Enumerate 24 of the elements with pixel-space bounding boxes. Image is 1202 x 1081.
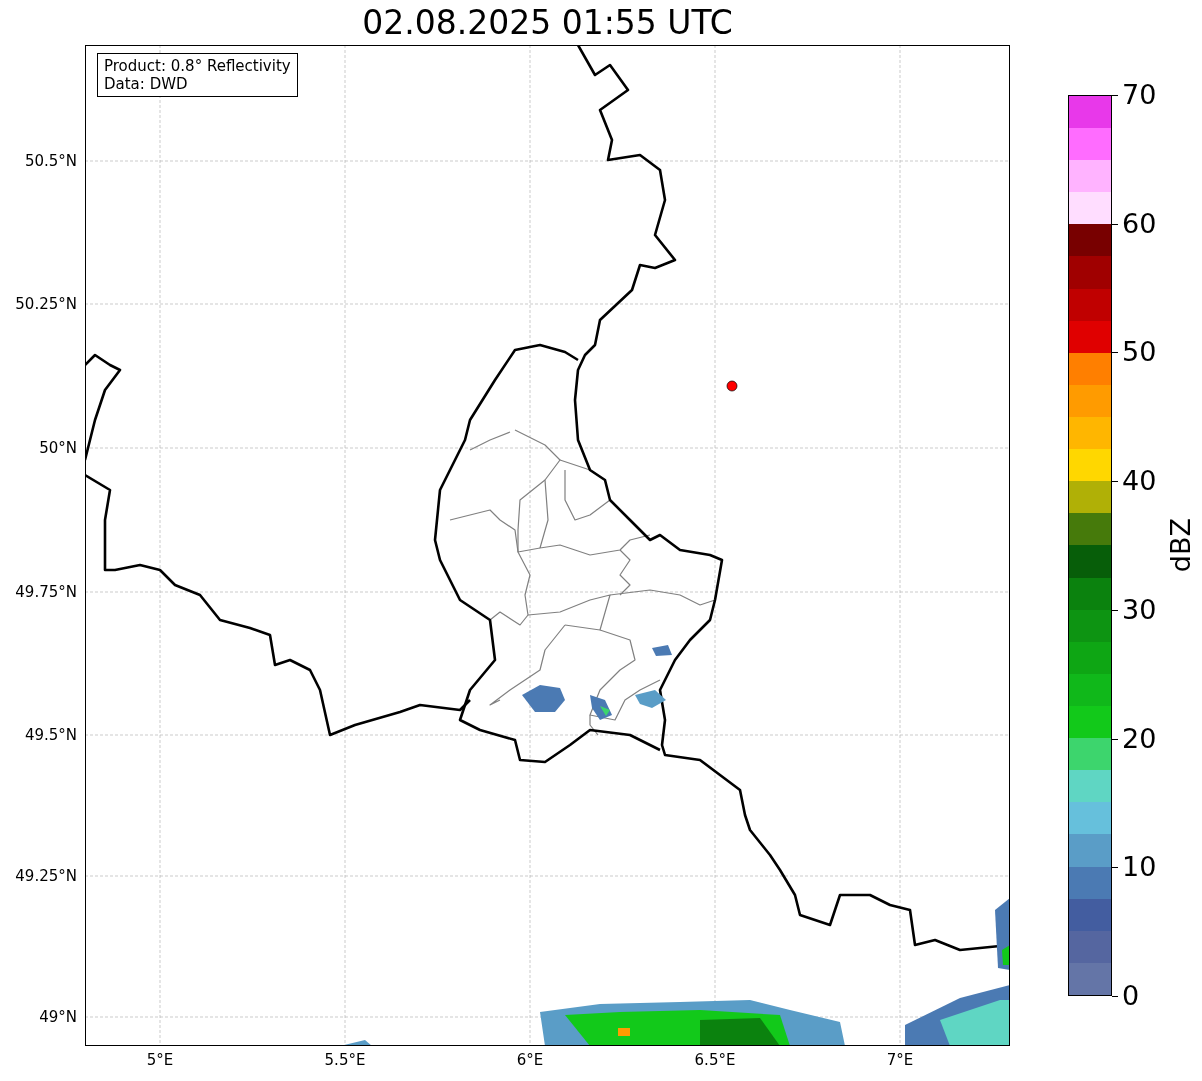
axis-label: 50.5°N	[24, 152, 77, 170]
axis-label: 5°E	[145, 1051, 175, 1069]
axis-label: 6°E	[515, 1051, 545, 1069]
legend-text: Data: DWD	[104, 75, 189, 93]
axis-label: 50.25°N	[15, 295, 77, 313]
axis-label: 50°N	[39, 439, 77, 457]
colorbar-tick-label: 70	[1122, 80, 1157, 110]
axis-label: 6.5°E	[693, 1051, 737, 1069]
axis-label: 7°E	[885, 1051, 915, 1069]
axis-label: 49.5°N	[24, 726, 77, 744]
axis-label: 49.75°N	[15, 583, 77, 601]
colorbar-tick-label: 60	[1122, 208, 1157, 239]
colorbar-tick-label: 0	[1122, 981, 1140, 1011]
chart-title: 02.08.2025 01:55 UTC	[361, 2, 734, 44]
legend-text: Product: 0.8° Reflectivity	[104, 57, 291, 75]
colorbar-tick-label: 50	[1122, 337, 1157, 368]
colorbar-tick-label: 30	[1122, 594, 1157, 625]
colorbar-tick-label: 40	[1122, 466, 1157, 497]
colorbar-tick-label: 10	[1122, 852, 1157, 883]
axis-label: 49°N	[39, 1008, 77, 1026]
axis-label: 49.25°N	[15, 867, 77, 885]
colorbar-tick-label: 20	[1122, 723, 1157, 754]
axis-label: 5.5°E	[323, 1051, 367, 1069]
colorbar-label: dBZ	[1166, 518, 1196, 573]
